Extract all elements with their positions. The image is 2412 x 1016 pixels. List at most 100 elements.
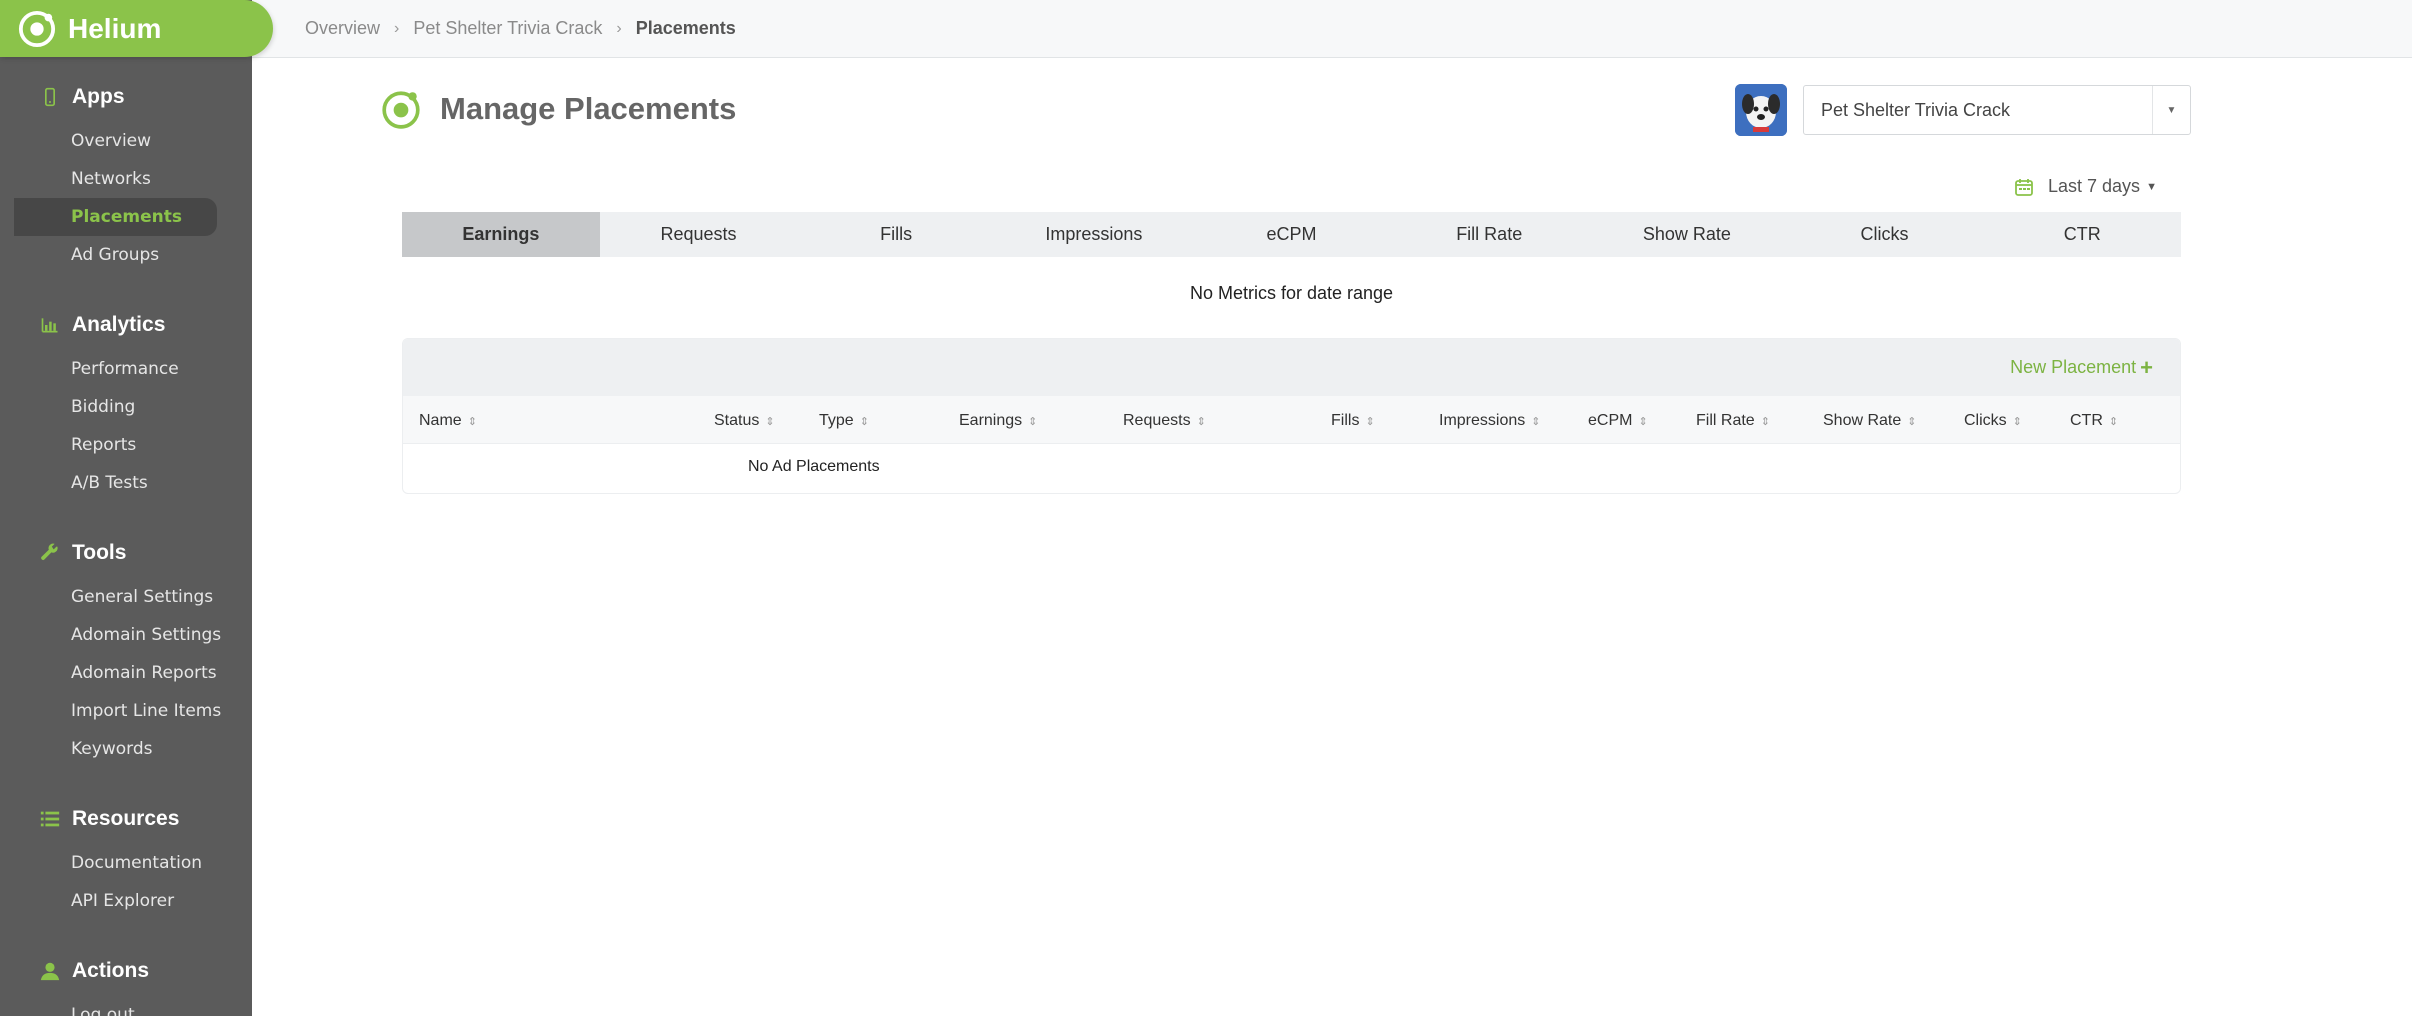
breadcrumb-current: Placements	[635, 18, 736, 38]
nav-heading-label: Resources	[72, 807, 180, 830]
calendar-icon	[2015, 178, 2033, 196]
chevron-right-icon: ›	[394, 19, 400, 37]
user-icon	[38, 959, 62, 983]
column-header-label: Earnings	[959, 412, 1023, 429]
sidebar-item-overview[interactable]: Overview	[0, 122, 252, 160]
nav-heading-label: Analytics	[72, 313, 166, 336]
tab-fill-rate[interactable]: Fill Rate	[1390, 212, 1588, 257]
sidebar-item-log-out[interactable]: Log out	[0, 996, 252, 1016]
nav-section-apps: Apps Overview Networks Placements Ad Groups	[0, 72, 252, 274]
helium-logo-icon	[18, 10, 56, 47]
sidebar-item-api-explorer[interactable]: API Explorer	[0, 882, 252, 920]
column-header-impressions[interactable]: Impressions ⇕	[1439, 412, 1540, 430]
list-icon	[38, 807, 62, 831]
sidebar-item-networks[interactable]: Networks	[0, 160, 252, 198]
sidebar-item-performance[interactable]: Performance	[0, 350, 252, 388]
tab-clicks[interactable]: Clicks	[1786, 212, 1984, 257]
tab-fills[interactable]: Fills	[797, 212, 995, 257]
sidebar: Helium Apps Overview Networks Placements Ad …	[0, 0, 273, 1016]
tab-ecpm[interactable]: eCPM	[1193, 212, 1391, 257]
tab-show-rate[interactable]: Show Rate	[1588, 212, 1786, 257]
sort-icon: ⇕	[1365, 416, 1375, 428]
column-header-name[interactable]: Name ⇕	[419, 412, 477, 430]
sidebar-item-a-b-tests[interactable]: A/B Tests	[0, 464, 252, 502]
nav-heading-label: Apps	[72, 85, 125, 108]
sidebar-item-reports[interactable]: Reports	[0, 426, 252, 464]
sort-icon: ⇕	[1028, 416, 1038, 428]
placements-table: New Placement + Name ⇕ Status ⇕ Type ⇕ Earning…	[402, 338, 2181, 494]
breadcrumb-overview[interactable]: Overview	[305, 18, 380, 39]
sort-icon: ⇕	[859, 416, 869, 428]
sidebar-nav: Apps Overview Networks Placements Ad Groups A…	[0, 72, 252, 1016]
sidebar-item-placements[interactable]: Placements	[14, 198, 217, 236]
tab-ctr[interactable]: CTR	[1983, 212, 2181, 257]
empty-table-message: No Ad Placements	[748, 458, 880, 475]
nav-section-actions: Actions Log out	[0, 946, 252, 1016]
column-header-type[interactable]: Type ⇕	[819, 412, 869, 430]
sort-icon: ⇕	[467, 416, 477, 428]
column-header-status[interactable]: Status ⇕	[714, 412, 775, 430]
sort-icon: ⇕	[2012, 416, 2022, 428]
nav-section-analytics: Analytics Performance Bidding Reports A/B Te…	[0, 300, 252, 502]
sort-icon: ⇕	[1531, 416, 1541, 428]
table-header: Name ⇕ Status ⇕ Type ⇕ Earnings ⇕ Requests ⇕ Fills…	[403, 396, 2180, 444]
tab-impressions[interactable]: Impressions	[995, 212, 1193, 257]
tab-requests[interactable]: Requests	[600, 212, 798, 257]
nav-section-resources: Resources Documentation API Explorer	[0, 794, 252, 920]
page-title: Manage Placements	[440, 91, 737, 126]
column-header-fill-rate[interactable]: Fill Rate ⇕	[1696, 412, 1770, 430]
column-header-fills[interactable]: Fills ⇕	[1331, 412, 1375, 430]
sidebar-item-ad-groups[interactable]: Ad Groups	[0, 236, 252, 274]
breadcrumb-app[interactable]: Pet Shelter Trivia Crack	[413, 18, 602, 39]
new-placement-label: New Placement	[2010, 357, 2137, 377]
nav-section-tools: Tools General Settings Adomain Settings Ado…	[0, 528, 252, 768]
column-header-earnings[interactable]: Earnings ⇕	[959, 412, 1037, 430]
no-metrics-message: No Metrics for date range	[1189, 283, 1394, 303]
page-header: Manage Placements	[380, 88, 736, 130]
tab-earnings[interactable]: Earnings	[402, 212, 600, 257]
caret-down-icon: ▼	[2146, 180, 2157, 193]
column-header-show-rate[interactable]: Show Rate ⇕	[1823, 412, 1916, 430]
column-header-label: Show Rate	[1823, 412, 1902, 429]
new-placement-button[interactable]: New Placement +	[2010, 354, 2153, 380]
column-header-label: Requests	[1123, 412, 1191, 429]
column-header-label: Fill Rate	[1696, 412, 1755, 429]
column-header-ecpm[interactable]: eCPM ⇕	[1588, 412, 1648, 430]
nav-heading-tools[interactable]: Tools	[0, 528, 252, 578]
sidebar-item-adomain-settings[interactable]: Adomain Settings	[0, 616, 252, 654]
date-range-picker[interactable]: Last 7 days ▼	[2014, 176, 2157, 197]
nav-heading-apps[interactable]: Apps	[0, 72, 252, 122]
column-header-label: CTR	[2070, 412, 2103, 429]
sort-icon: ⇕	[765, 416, 775, 428]
sort-icon: ⇕	[2108, 416, 2119, 428]
column-header-label: eCPM	[1588, 412, 1633, 429]
metric-tabs: Earnings Requests Fills Impressions eCPM Fill…	[402, 212, 2181, 257]
logo[interactable]: Helium	[0, 0, 273, 57]
column-header-label: Impressions	[1439, 412, 1526, 429]
nav-heading-analytics[interactable]: Analytics	[0, 300, 252, 350]
plus-icon: +	[2140, 354, 2153, 380]
sidebar-item-keywords[interactable]: Keywords	[0, 730, 252, 768]
sidebar-item-adomain-reports[interactable]: Adomain Reports	[0, 654, 252, 692]
date-range-label: Last 7 days	[2048, 176, 2141, 196]
sort-icon: ⇕	[1196, 416, 1206, 428]
column-header-label: Clicks	[1964, 412, 2007, 429]
column-header-clicks[interactable]: Clicks ⇕	[1964, 412, 2022, 430]
app-name: Helium	[68, 12, 162, 44]
sidebar-item-import-line-items[interactable]: Import Line Items	[0, 692, 252, 730]
phone-icon	[38, 85, 62, 109]
nav-heading-actions[interactable]: Actions	[0, 946, 252, 996]
app-avatar	[1735, 84, 1787, 136]
app-selector[interactable]: Pet Shelter Trivia Crack ▼	[1803, 85, 2191, 135]
column-header-ctr[interactable]: CTR ⇕	[2070, 412, 2118, 430]
chevron-down-icon[interactable]: ▼	[2152, 86, 2190, 134]
column-header-label: Fills	[1331, 412, 1360, 429]
column-header-requests[interactable]: Requests ⇕	[1123, 412, 1206, 430]
sidebar-item-documentation[interactable]: Documentation	[0, 844, 252, 882]
sidebar-item-bidding[interactable]: Bidding	[0, 388, 252, 426]
nav-heading-resources[interactable]: Resources	[0, 794, 252, 844]
app-selector-value: Pet Shelter Trivia Crack	[1821, 99, 2011, 120]
breadcrumb: Overview › Pet Shelter Trivia Crack › Pl…	[252, 0, 2412, 58]
column-header-label: Status	[714, 412, 760, 429]
sidebar-item-general-settings[interactable]: General Settings	[0, 578, 252, 616]
